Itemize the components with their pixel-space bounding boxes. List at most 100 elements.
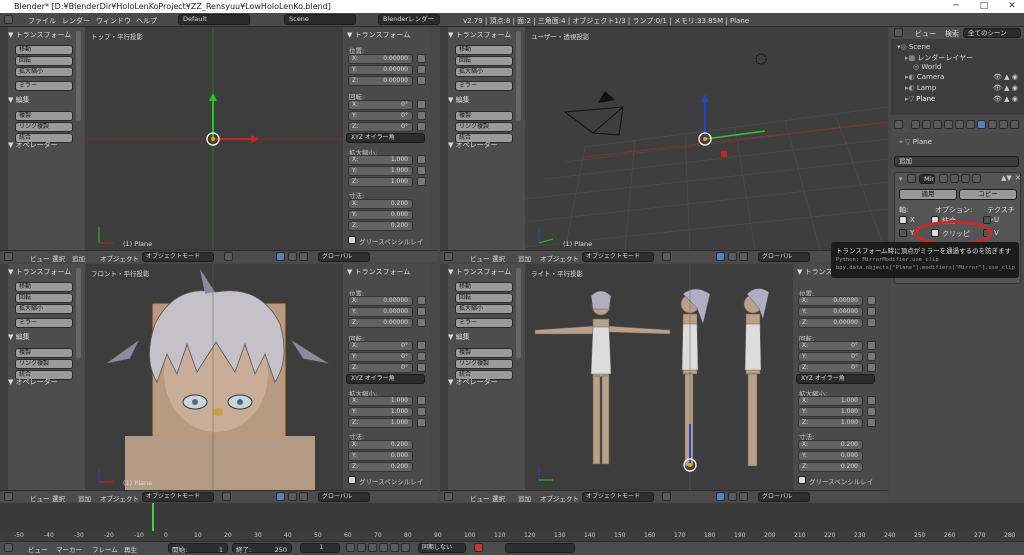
lock-icon[interactable] <box>417 65 426 74</box>
timeline-playback-menu[interactable]: 再生 <box>124 544 137 554</box>
lock-icon[interactable] <box>417 318 426 327</box>
scale-x-field[interactable]: X: 1.000 <box>348 396 413 406</box>
shelf-scrollbar[interactable] <box>516 31 521 121</box>
dim-y-field[interactable]: Y: 0.000 <box>348 210 413 220</box>
dim-z-field[interactable]: Z: 0.200 <box>798 462 863 472</box>
duplicate-button[interactable]: 複製 <box>455 111 513 121</box>
lock-icon[interactable] <box>417 352 426 361</box>
timeline[interactable]: -50 -40 -30 -20 -10 0 10 20 30 40 50 60 70 80 90 100 110… <box>0 503 1024 555</box>
viewport-user-persp[interactable]: ユーザー・透視投影 (1) Plane <box>525 27 888 250</box>
lock-icon[interactable] <box>417 100 426 109</box>
translate-manip-icon[interactable] <box>288 492 297 501</box>
rotate-manip-icon[interactable] <box>299 252 308 261</box>
translate-button[interactable]: 移動 <box>15 282 73 292</box>
timeline-marker-menu[interactable]: マーカー <box>56 544 82 554</box>
rotate-button[interactable]: 回転 <box>15 293 73 303</box>
add-modifier-button[interactable]: 追加 <box>894 156 1019 167</box>
move-up-icon[interactable]: ▲▼ <box>1001 174 1012 182</box>
camera-item[interactable]: ▸◐ Camera <box>905 73 944 81</box>
cage-icon[interactable] <box>950 174 959 183</box>
mirror-button[interactable]: ミラー <box>15 81 73 91</box>
add-menu[interactable]: 追加 <box>518 253 531 263</box>
lock-icon[interactable] <box>867 407 876 416</box>
rot-z-field[interactable]: Z: 0° <box>798 363 863 373</box>
shading-icon[interactable] <box>662 492 671 501</box>
lock-icon[interactable] <box>867 363 876 372</box>
material-tab-icon[interactable] <box>999 120 1008 129</box>
operator-panel-header[interactable]: ▼ オペレーター <box>8 377 58 387</box>
menu-help[interactable]: ヘルプ <box>136 16 157 26</box>
scene-item[interactable]: ▾◎ Scene <box>897 43 930 51</box>
lock-icon[interactable] <box>417 76 426 85</box>
screen-layout-select[interactable]: Default <box>178 14 250 25</box>
translate-button[interactable]: 移動 <box>455 282 513 292</box>
loc-x-field[interactable]: X: 0.00000 <box>798 296 863 306</box>
scale-button[interactable]: 拡大縮小 <box>455 304 513 314</box>
shelf-scrollbar[interactable] <box>516 268 521 358</box>
scale-z-field[interactable]: Z: 1.000 <box>348 418 413 428</box>
lock-icon[interactable] <box>417 418 426 427</box>
loc-y-field[interactable]: Y: 0.00000 <box>798 307 863 317</box>
play-reverse-icon[interactable] <box>368 543 377 552</box>
rotate-manip-icon[interactable] <box>739 492 748 501</box>
editor-type-icon[interactable] <box>894 28 903 37</box>
keying-set-field[interactable] <box>505 543 575 553</box>
mode-select[interactable]: オブジェクトモード <box>582 492 654 502</box>
lock-icon[interactable] <box>417 166 426 175</box>
editor-type-icon[interactable] <box>4 492 13 501</box>
rotate-manip-icon[interactable] <box>739 252 748 261</box>
grease-pencil-checkbox[interactable] <box>798 476 806 484</box>
rot-x-field[interactable]: X: 0° <box>348 100 413 110</box>
rotate-button[interactable]: 回転 <box>455 293 513 303</box>
link-duplicate-button[interactable]: リンク複製 <box>15 122 73 132</box>
scale-button[interactable]: 拡大縮小 <box>455 67 513 77</box>
frame-ruler[interactable]: -50 -40 -30 -20 -10 0 10 20 30 40 50 60 70 80 90 100 110… <box>0 531 1024 541</box>
rotation-mode-select[interactable]: XYZ オイラー角 <box>796 374 875 384</box>
mirror-button[interactable]: ミラー <box>455 318 513 328</box>
rotate-button[interactable]: 回転 <box>455 56 513 66</box>
visibility-icon[interactable]: 👁 ▲ ◉ <box>993 95 1018 103</box>
dim-y-field[interactable]: Y: 0.000 <box>348 451 413 461</box>
loc-z-field[interactable]: Z: 0.00000 <box>348 76 413 86</box>
lock-icon[interactable] <box>417 111 426 120</box>
mirror-button[interactable]: ミラー <box>15 318 73 328</box>
remove-modifier-icon[interactable]: ✕ <box>1015 174 1021 182</box>
apply-button[interactable]: 適用 <box>899 189 957 200</box>
shading-icon[interactable] <box>662 252 671 261</box>
tool-tabs[interactable] <box>440 264 448 490</box>
editor-type-icon[interactable] <box>4 543 13 552</box>
lock-icon[interactable] <box>867 307 876 316</box>
scale-button[interactable]: 拡大縮小 <box>15 304 73 314</box>
modifier-name-field[interactable]: Mir <box>919 174 935 184</box>
world-item[interactable]: ◎ World <box>913 63 941 71</box>
viewport-top[interactable]: トップ・平行投影 (1) Plane <box>85 27 343 250</box>
visibility-icon[interactable]: 👁 ▲ ◉ <box>993 84 1018 92</box>
lock-icon[interactable] <box>417 122 426 131</box>
np-transform-header[interactable]: ▼ トランスフォーム <box>347 267 410 277</box>
object-menu[interactable]: オブジェクト <box>540 493 579 503</box>
loc-x-field[interactable]: X: 0.00000 <box>348 54 413 64</box>
timeline-view-menu[interactable]: ビュー <box>28 544 48 554</box>
operator-panel-header[interactable]: ▼ オペレーター <box>8 140 58 150</box>
lock-icon[interactable] <box>417 407 426 416</box>
rot-x-field[interactable]: X: 0° <box>348 341 413 351</box>
lock-icon[interactable] <box>867 341 876 350</box>
link-duplicate-button[interactable]: リンク複製 <box>15 359 73 369</box>
select-menu[interactable]: 選択 <box>52 253 65 263</box>
transform-panel-header[interactable]: ▼ トランスフォーム <box>8 30 71 40</box>
orientation-select[interactable]: グローバル <box>758 252 810 262</box>
maximize-button[interactable]: □ <box>970 0 998 13</box>
translate-manip-icon[interactable] <box>728 492 737 501</box>
menu-window[interactable]: ウィンドウ <box>96 16 131 26</box>
lock-icon[interactable] <box>867 318 876 327</box>
tool-tabs[interactable] <box>440 27 448 250</box>
lock-icon[interactable] <box>417 54 426 63</box>
mode-select[interactable]: オブジェクトモード <box>142 252 214 262</box>
mode-select[interactable]: オブジェクトモード <box>142 492 214 502</box>
scene-select[interactable]: Scene <box>284 14 356 25</box>
tool-tabs[interactable] <box>0 264 8 490</box>
prev-key-icon[interactable] <box>357 543 366 552</box>
view-menu[interactable]: ビュー <box>470 493 490 503</box>
lock-icon[interactable] <box>867 296 876 305</box>
lock-icon[interactable] <box>417 341 426 350</box>
